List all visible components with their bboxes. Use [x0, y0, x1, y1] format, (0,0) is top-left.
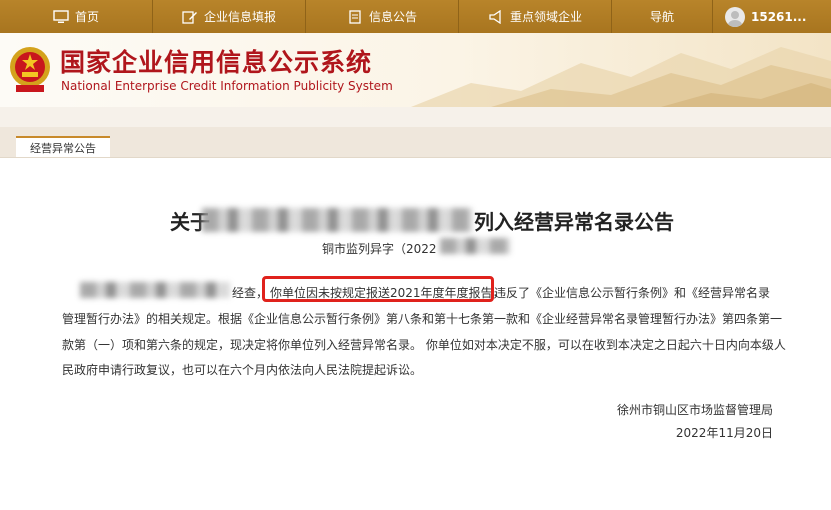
nav-notice-label: 信息公告 [368, 10, 417, 24]
mountain-illustration [411, 47, 831, 107]
top-nav: 首页 企业信息填报 信息公告 重点领域企业 导航 15261... [0, 0, 831, 33]
notice-content: 关于 列入经营异常名录公告 铜市监列异字（2022 经查， 你单位因未按规定报送… [0, 158, 831, 510]
nav-home-label: 首页 [74, 10, 99, 24]
national-emblem-icon [10, 47, 50, 92]
monitor-icon [53, 9, 69, 23]
tab-bar: 经营异常公告 [0, 127, 831, 158]
notice-line-4: 民政府申请行政复议，也可以在六个月内依法向人民法院提起诉讼。 [62, 363, 423, 377]
nav-guide-label: 导航 [649, 10, 674, 24]
notice-line-2: 管理暂行办法》的相关规定。根据《企业信息公示暂行条例》第八条和第十七条第一款和《… [62, 312, 783, 326]
nav-enterprise-report-label: 企业信息填报 [203, 10, 276, 24]
issuing-authority: 徐州市铜山区市场监督管理局 [616, 403, 773, 417]
megaphone-icon [489, 9, 501, 24]
document-number: 铜市监列异字（2022 [322, 242, 437, 256]
notice-title-suffix: 列入经营异常名录公告 [474, 210, 674, 234]
site-header: 国家企业信用信息公示系统 National Enterprise Credit … [0, 33, 831, 107]
document-icon [349, 9, 361, 24]
highlight-box [262, 276, 494, 302]
notice-date: 2022年11月20日 [675, 426, 773, 440]
redacted-document-number [440, 238, 510, 254]
redacted-recipient [80, 282, 230, 298]
header-divider [0, 107, 831, 127]
line1-tail: 违反了《企业信息公示暂行条例》和《经营异常名录 [494, 286, 771, 300]
user-name: 15261... [751, 9, 807, 24]
tab-abnormal-notice[interactable]: 经营异常公告 [16, 136, 110, 157]
nav-home[interactable]: 首页 [0, 0, 153, 33]
site-title: 国家企业信用信息公示系统 [60, 48, 373, 77]
nav-key-enterprise[interactable]: 重点领域企业 [459, 0, 612, 33]
site-subtitle: National Enterprise Credit Information P… [61, 79, 393, 93]
notice-line-3: 款第（一）项和第六条的规定，现决定将你单位列入经营异常名录。 你单位如对本决定不… [62, 338, 786, 352]
avatar [725, 6, 745, 27]
nav-key-enterprise-label: 重点领域企业 [509, 10, 582, 24]
nav-guide[interactable]: 导航 [612, 0, 713, 33]
redacted-company-name [202, 208, 472, 232]
nav-user[interactable]: 15261... [713, 0, 831, 33]
nav-notice[interactable]: 信息公告 [306, 0, 459, 33]
edit-icon [182, 10, 197, 24]
nav-enterprise-report[interactable]: 企业信息填报 [153, 0, 306, 33]
